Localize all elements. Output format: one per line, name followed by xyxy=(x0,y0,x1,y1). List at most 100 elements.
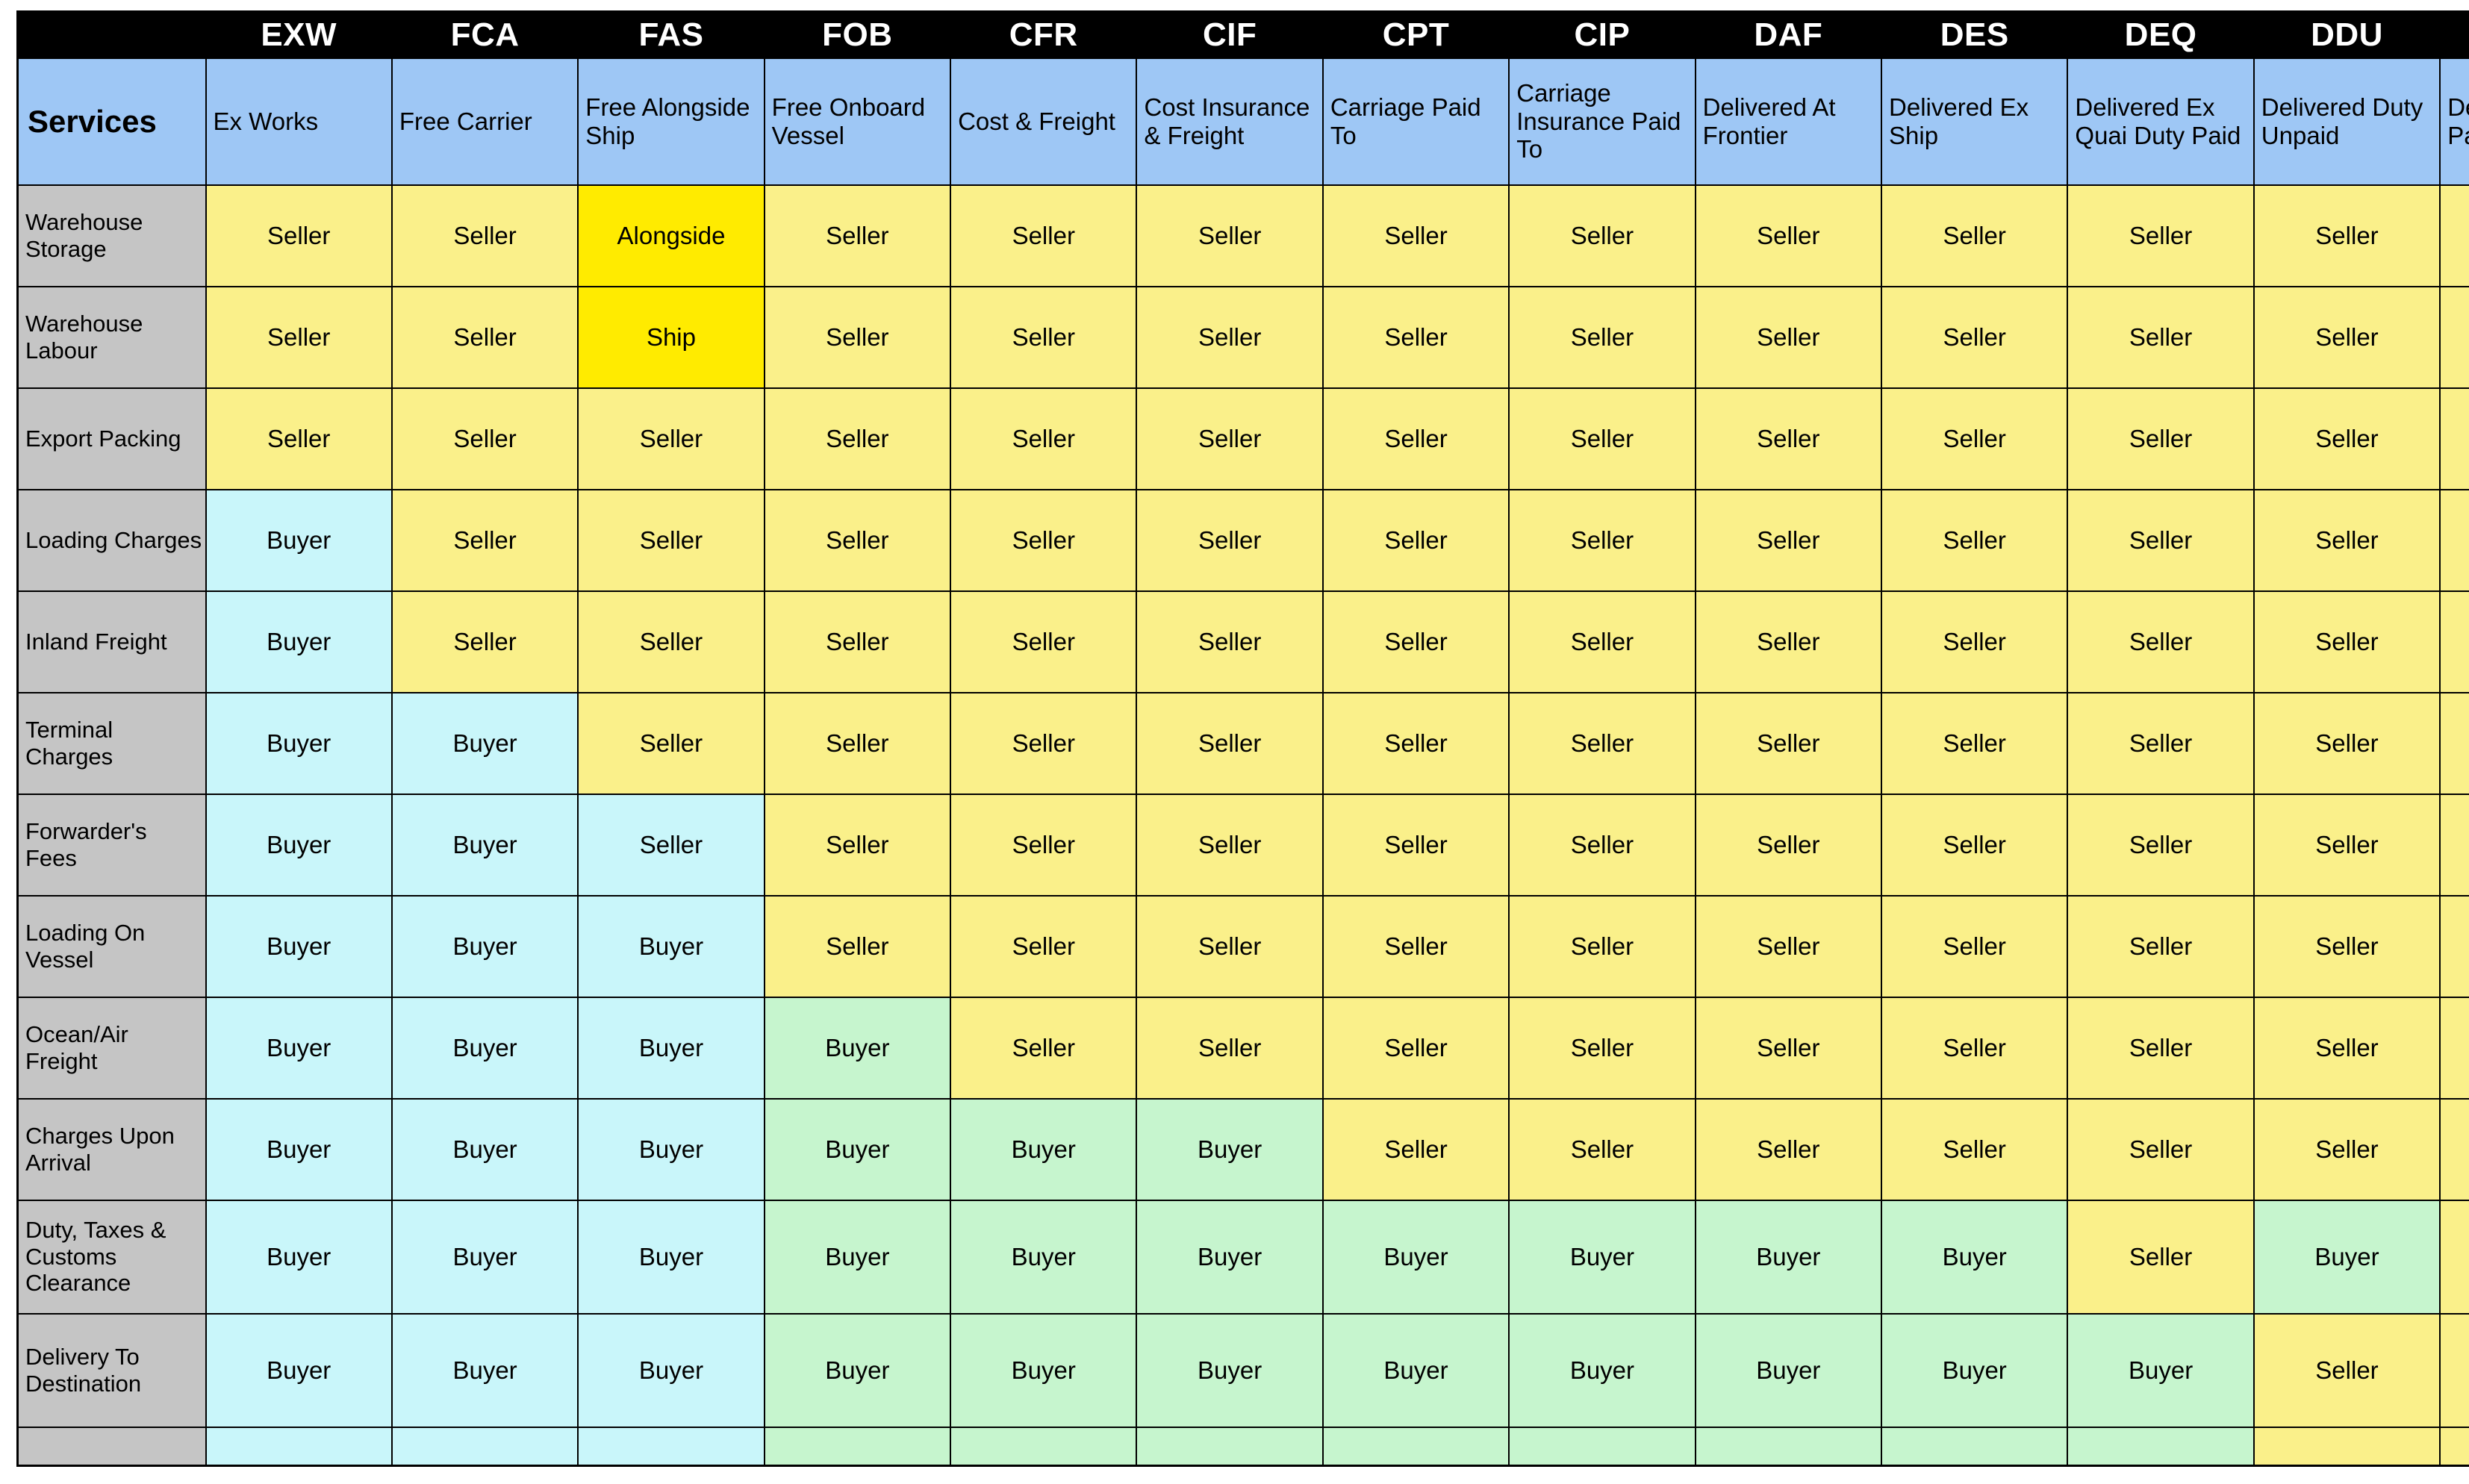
cell-loading-charges-daf: Seller xyxy=(1694,488,1883,592)
cell-ocean-air-freight-exw: Buyer xyxy=(205,996,393,1100)
cell-charges-upon-arrival-daf: Seller xyxy=(1694,1097,1883,1201)
cell-charges-upon-arrival-deq: Seller xyxy=(2067,1097,2255,1201)
cell-warehouse-storage-ddp: Seller xyxy=(2439,184,2469,287)
cell-inland-freight-cpt: Seller xyxy=(1321,590,1510,693)
cell-warehouse-labour-fas: Ship xyxy=(577,285,765,389)
cell-terminal-charges-deq: Seller xyxy=(2067,691,2255,795)
incoterm-code-fob: FOB xyxy=(764,11,951,58)
cell-export-packing-fca: Seller xyxy=(390,387,579,490)
cell-charges-upon-arrival-cip: Seller xyxy=(1508,1097,1696,1201)
incoterm-code-fas: FAS xyxy=(578,11,765,58)
service-label-ocean-air-freight: Ocean/Air Freight xyxy=(16,996,207,1100)
incoterm-name-exw: Ex Works xyxy=(205,57,393,186)
cell-ocean-air-freight-fas: Buyer xyxy=(577,996,765,1100)
table-row: Terminal Charges Buyer Buyer Seller Seller Se… xyxy=(16,691,2469,795)
service-label-forwarder-s-fees: Forwarder's Fees xyxy=(16,793,207,897)
cell-export-packing-fas: Seller xyxy=(577,387,765,490)
cell-loading-on-vessel-exw: Buyer xyxy=(205,894,393,998)
cell-duty-taxes-customs-clearance-daf: Buyer xyxy=(1694,1199,1883,1315)
cell-ocean-air-freight-des: Seller xyxy=(1881,996,2069,1100)
cell-inland-freight-des: Seller xyxy=(1881,590,2069,693)
cell-warehouse-labour-daf: Seller xyxy=(1694,285,1883,389)
cell-delivery-to-destination-daf: Buyer xyxy=(1694,1312,1883,1428)
cell-loading-on-vessel-ddu: Seller xyxy=(2252,894,2441,998)
cell-forwarder-s-fees-fas: Seller xyxy=(577,793,765,897)
table-row: Warehouse Labour Seller Seller Ship Seller Se… xyxy=(16,285,2469,389)
header-corner-blank xyxy=(17,11,206,58)
cell-loading-charges-deq: Seller xyxy=(2067,488,2255,592)
incoterm-code-des: DES xyxy=(1881,11,2068,58)
cell-loading-on-vessel-daf: Seller xyxy=(1694,894,1883,998)
incoterm-name-cif: Cost Insurance & Freight xyxy=(1136,57,1324,186)
cell-delivery-to-destination-fob: Buyer xyxy=(763,1312,952,1428)
cell-loading-on-vessel-ddp: Seller xyxy=(2439,894,2469,998)
cell-export-packing-exw: Seller xyxy=(205,387,393,490)
cell-loading-on-vessel-cif: Seller xyxy=(1136,894,1324,998)
service-label-warehouse-storage: Warehouse Storage xyxy=(16,184,207,287)
cell-delivery-to-destination-cpt: Buyer xyxy=(1321,1312,1510,1428)
cell-warehouse-storage-fob: Seller xyxy=(763,184,952,287)
table-row: Loading Charges Buyer Seller Seller Seller Se… xyxy=(16,488,2469,592)
cell-warehouse-storage-cfr: Seller xyxy=(950,184,1138,287)
cell-loading-charges-ddu: Seller xyxy=(2252,488,2441,592)
cell-duty-taxes-customs-clearance-ddu: Buyer xyxy=(2252,1199,2441,1315)
cell-loading-on-vessel-des: Seller xyxy=(1881,894,2069,998)
service-label-duty-taxes-customs-clearance: Duty, Taxes & Customs Clearance xyxy=(16,1199,207,1315)
cell-charges-upon-arrival-des: Seller xyxy=(1881,1097,2069,1201)
cell-ocean-air-freight-ddu: Seller xyxy=(2252,996,2441,1100)
incoterm-name-deq: Delivered Ex Quai Duty Paid xyxy=(2067,57,2255,186)
cell-forwarder-s-fees-daf: Seller xyxy=(1694,793,1883,897)
cell-forwarder-s-fees-fob: Seller xyxy=(763,793,952,897)
cell-terminal-charges-cip: Seller xyxy=(1508,691,1696,795)
cell-loading-on-vessel-cip: Seller xyxy=(1508,894,1696,998)
cell-inland-freight-exw: Buyer xyxy=(205,590,393,693)
table-row: Duty, Taxes & Customs Clearance Buyer Buye… xyxy=(16,1199,2469,1315)
cell-export-packing-cpt: Seller xyxy=(1321,387,1510,490)
incoterm-code-ddu: DDU xyxy=(2253,11,2441,58)
cell-terminal-charges-fob: Seller xyxy=(763,691,952,795)
cell-terminal-charges-ddp: Seller xyxy=(2439,691,2469,795)
cell-duty-taxes-customs-clearance-fas: Buyer xyxy=(577,1199,765,1315)
cell-export-packing-daf: Seller xyxy=(1694,387,1883,490)
cell-forwarder-s-fees-des: Seller xyxy=(1881,793,2069,897)
cell-loading-on-vessel-fca: Buyer xyxy=(390,894,579,998)
cell-warehouse-labour-des: Seller xyxy=(1881,285,2069,389)
cell-forwarder-s-fees-cif: Seller xyxy=(1136,793,1324,897)
incoterm-code-daf: DAF xyxy=(1695,11,1882,58)
cell-inland-freight-deq: Seller xyxy=(2067,590,2255,693)
table-row: Inland Freight Buyer Seller Seller Seller Sel… xyxy=(16,590,2469,693)
incoterms-matrix-container: EXWFCAFASFOBCFRCIFCPTCIPDAFDESDEQDDUDDP … xyxy=(0,0,2469,1484)
cell-loading-charges-cpt: Seller xyxy=(1321,488,1510,592)
cell-ocean-air-freight-ddp: Seller xyxy=(2439,996,2469,1100)
cell-forwarder-s-fees-cfr: Seller xyxy=(950,793,1138,897)
cell-charges-upon-arrival-fob: Buyer xyxy=(763,1097,952,1201)
cell-partial-cip xyxy=(1508,1426,1696,1467)
incoterm-name-cpt: Carriage Paid To xyxy=(1321,57,1510,186)
cell-delivery-to-destination-deq: Buyer xyxy=(2067,1312,2255,1428)
cell-warehouse-labour-deq: Seller xyxy=(2067,285,2255,389)
incoterm-name-fas: Free Alongside Ship xyxy=(577,57,765,186)
cell-ocean-air-freight-fca: Buyer xyxy=(390,996,579,1100)
cell-loading-on-vessel-cpt: Seller xyxy=(1321,894,1510,998)
incoterm-name-ddu: Delivered Duty Unpaid xyxy=(2252,57,2441,186)
cell-loading-charges-cif: Seller xyxy=(1136,488,1324,592)
cell-partial-cpt xyxy=(1321,1426,1510,1467)
cell-warehouse-storage-cip: Seller xyxy=(1508,184,1696,287)
cell-forwarder-s-fees-cpt: Seller xyxy=(1321,793,1510,897)
cell-delivery-to-destination-fas: Buyer xyxy=(577,1312,765,1428)
cell-charges-upon-arrival-ddu: Seller xyxy=(2252,1097,2441,1201)
cell-ocean-air-freight-daf: Seller xyxy=(1694,996,1883,1100)
cell-warehouse-storage-fas: Alongside xyxy=(577,184,765,287)
cell-inland-freight-cfr: Seller xyxy=(950,590,1138,693)
cell-warehouse-labour-fob: Seller xyxy=(763,285,952,389)
cell-inland-freight-ddu: Seller xyxy=(2252,590,2441,693)
cell-warehouse-labour-ddu: Seller xyxy=(2252,285,2441,389)
cell-terminal-charges-daf: Seller xyxy=(1694,691,1883,795)
incoterm-code-cif: CIF xyxy=(1136,11,1323,58)
cell-delivery-to-destination-cip: Buyer xyxy=(1508,1312,1696,1428)
cell-terminal-charges-des: Seller xyxy=(1881,691,2069,795)
cell-forwarder-s-fees-ddp: Seller xyxy=(2439,793,2469,897)
cell-loading-charges-cfr: Seller xyxy=(950,488,1138,592)
cell-loading-on-vessel-cfr: Seller xyxy=(950,894,1138,998)
cell-partial-fca xyxy=(390,1426,579,1467)
